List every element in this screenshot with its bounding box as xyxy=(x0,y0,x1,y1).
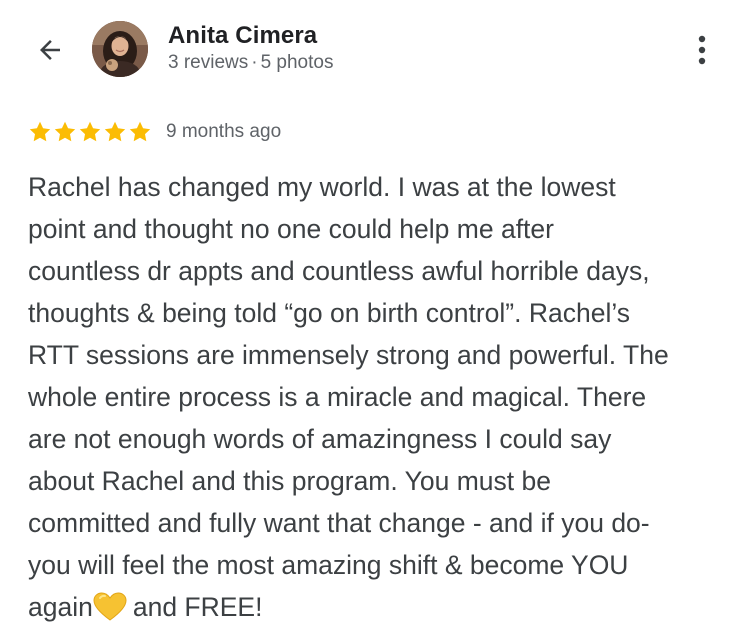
star-icon xyxy=(104,121,126,142)
review-line: RTT sessions are immensely strong and po… xyxy=(28,340,669,370)
star-icon xyxy=(129,121,151,142)
star-icon xyxy=(54,121,76,142)
review-time: 9 months ago xyxy=(166,121,282,142)
review-header: Anita Cimera 3 reviews · 5 photos xyxy=(0,0,750,100)
review-line: Rachel has changed my world. I was at th… xyxy=(28,172,616,202)
reviewer-name[interactable]: Anita Cimera xyxy=(168,22,317,50)
review-line: countless dr appts and countless awful h… xyxy=(28,256,650,286)
separator-dot: · xyxy=(251,52,258,73)
star-rating xyxy=(28,120,152,144)
review-line: are not enough words of amazingness I co… xyxy=(28,424,612,454)
avatar[interactable] xyxy=(92,21,148,77)
review-text-free: and FREE! xyxy=(132,592,263,622)
reviews-count: 3 reviews xyxy=(168,52,249,73)
back-button[interactable] xyxy=(30,30,70,70)
more-options-button[interactable] xyxy=(684,30,720,70)
review-line: point and thought no one could help me a… xyxy=(28,214,554,244)
rating-row: 9 months ago xyxy=(28,118,281,146)
review-text: Rachel has changed my world. I was at th… xyxy=(28,166,733,628)
review-line-last: again and FREE! xyxy=(28,586,733,628)
review-line: about Rachel and this program. You must … xyxy=(28,466,551,496)
photos-count: 5 photos xyxy=(260,52,334,73)
review-line: whole entire process is a miracle and ma… xyxy=(28,382,647,412)
review-line: you will feel the most amazing shift & b… xyxy=(28,550,629,580)
star-icon xyxy=(79,121,101,142)
review-text-again: again xyxy=(28,592,93,622)
more-vert-icon xyxy=(698,35,706,65)
reviewer-stats[interactable]: 3 reviews · 5 photos xyxy=(168,52,333,74)
arrow-back-icon xyxy=(40,40,60,60)
review-line: thoughts & being told “go on birth contr… xyxy=(28,298,631,328)
star-icon xyxy=(29,121,51,142)
review-line: committed and fully want that change - a… xyxy=(28,508,650,538)
yellow-heart-icon xyxy=(93,592,127,621)
avatar-photo xyxy=(92,21,148,77)
